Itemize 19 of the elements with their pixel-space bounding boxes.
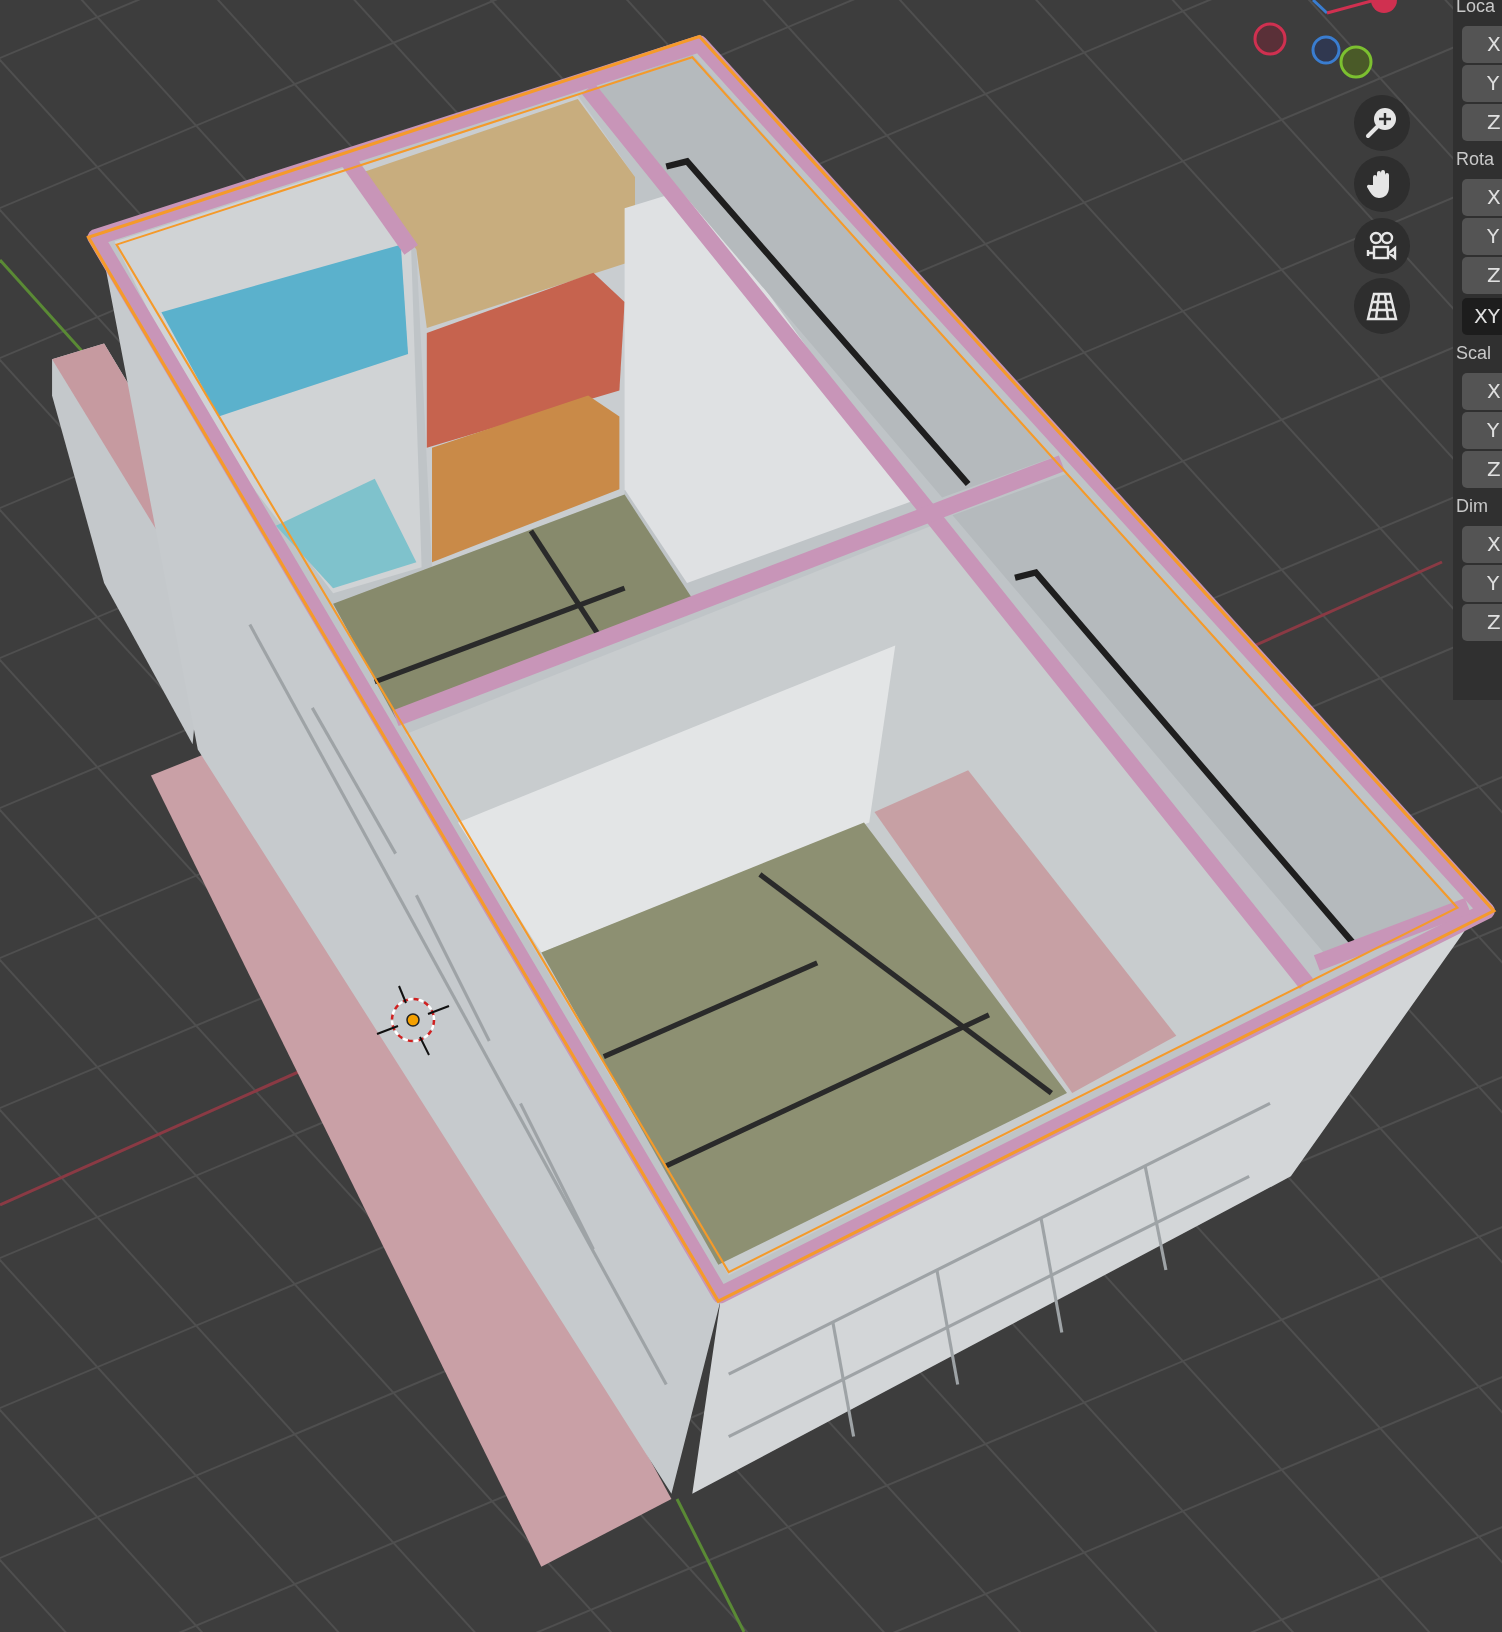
section-label: Rota (1455, 148, 1496, 171)
number-field[interactable]: Z (1462, 451, 1502, 488)
number-field[interactable]: Z (1462, 604, 1502, 641)
number-field[interactable]: Y (1462, 218, 1502, 255)
number-field[interactable]: X (1462, 26, 1502, 63)
3d-cursor-icon[interactable] (376, 985, 450, 1056)
number-field[interactable]: X (1462, 179, 1502, 216)
number-field[interactable]: Y (1462, 565, 1502, 602)
axis-gizmo-drawing[interactable] (1253, 0, 1397, 79)
number-field[interactable]: Z (1462, 257, 1502, 294)
number-field[interactable]: X (1462, 373, 1502, 410)
number-field[interactable]: Y (1462, 65, 1502, 102)
section-label: Scal (1455, 342, 1492, 365)
number-field[interactable]: X (1462, 526, 1502, 563)
number-field[interactable]: Z (1462, 104, 1502, 141)
mode-dropdown[interactable]: XY (1462, 298, 1502, 335)
section-label: Dim (1455, 495, 1489, 518)
section-label: Loca (1455, 0, 1497, 18)
number-field[interactable]: Y (1462, 412, 1502, 449)
